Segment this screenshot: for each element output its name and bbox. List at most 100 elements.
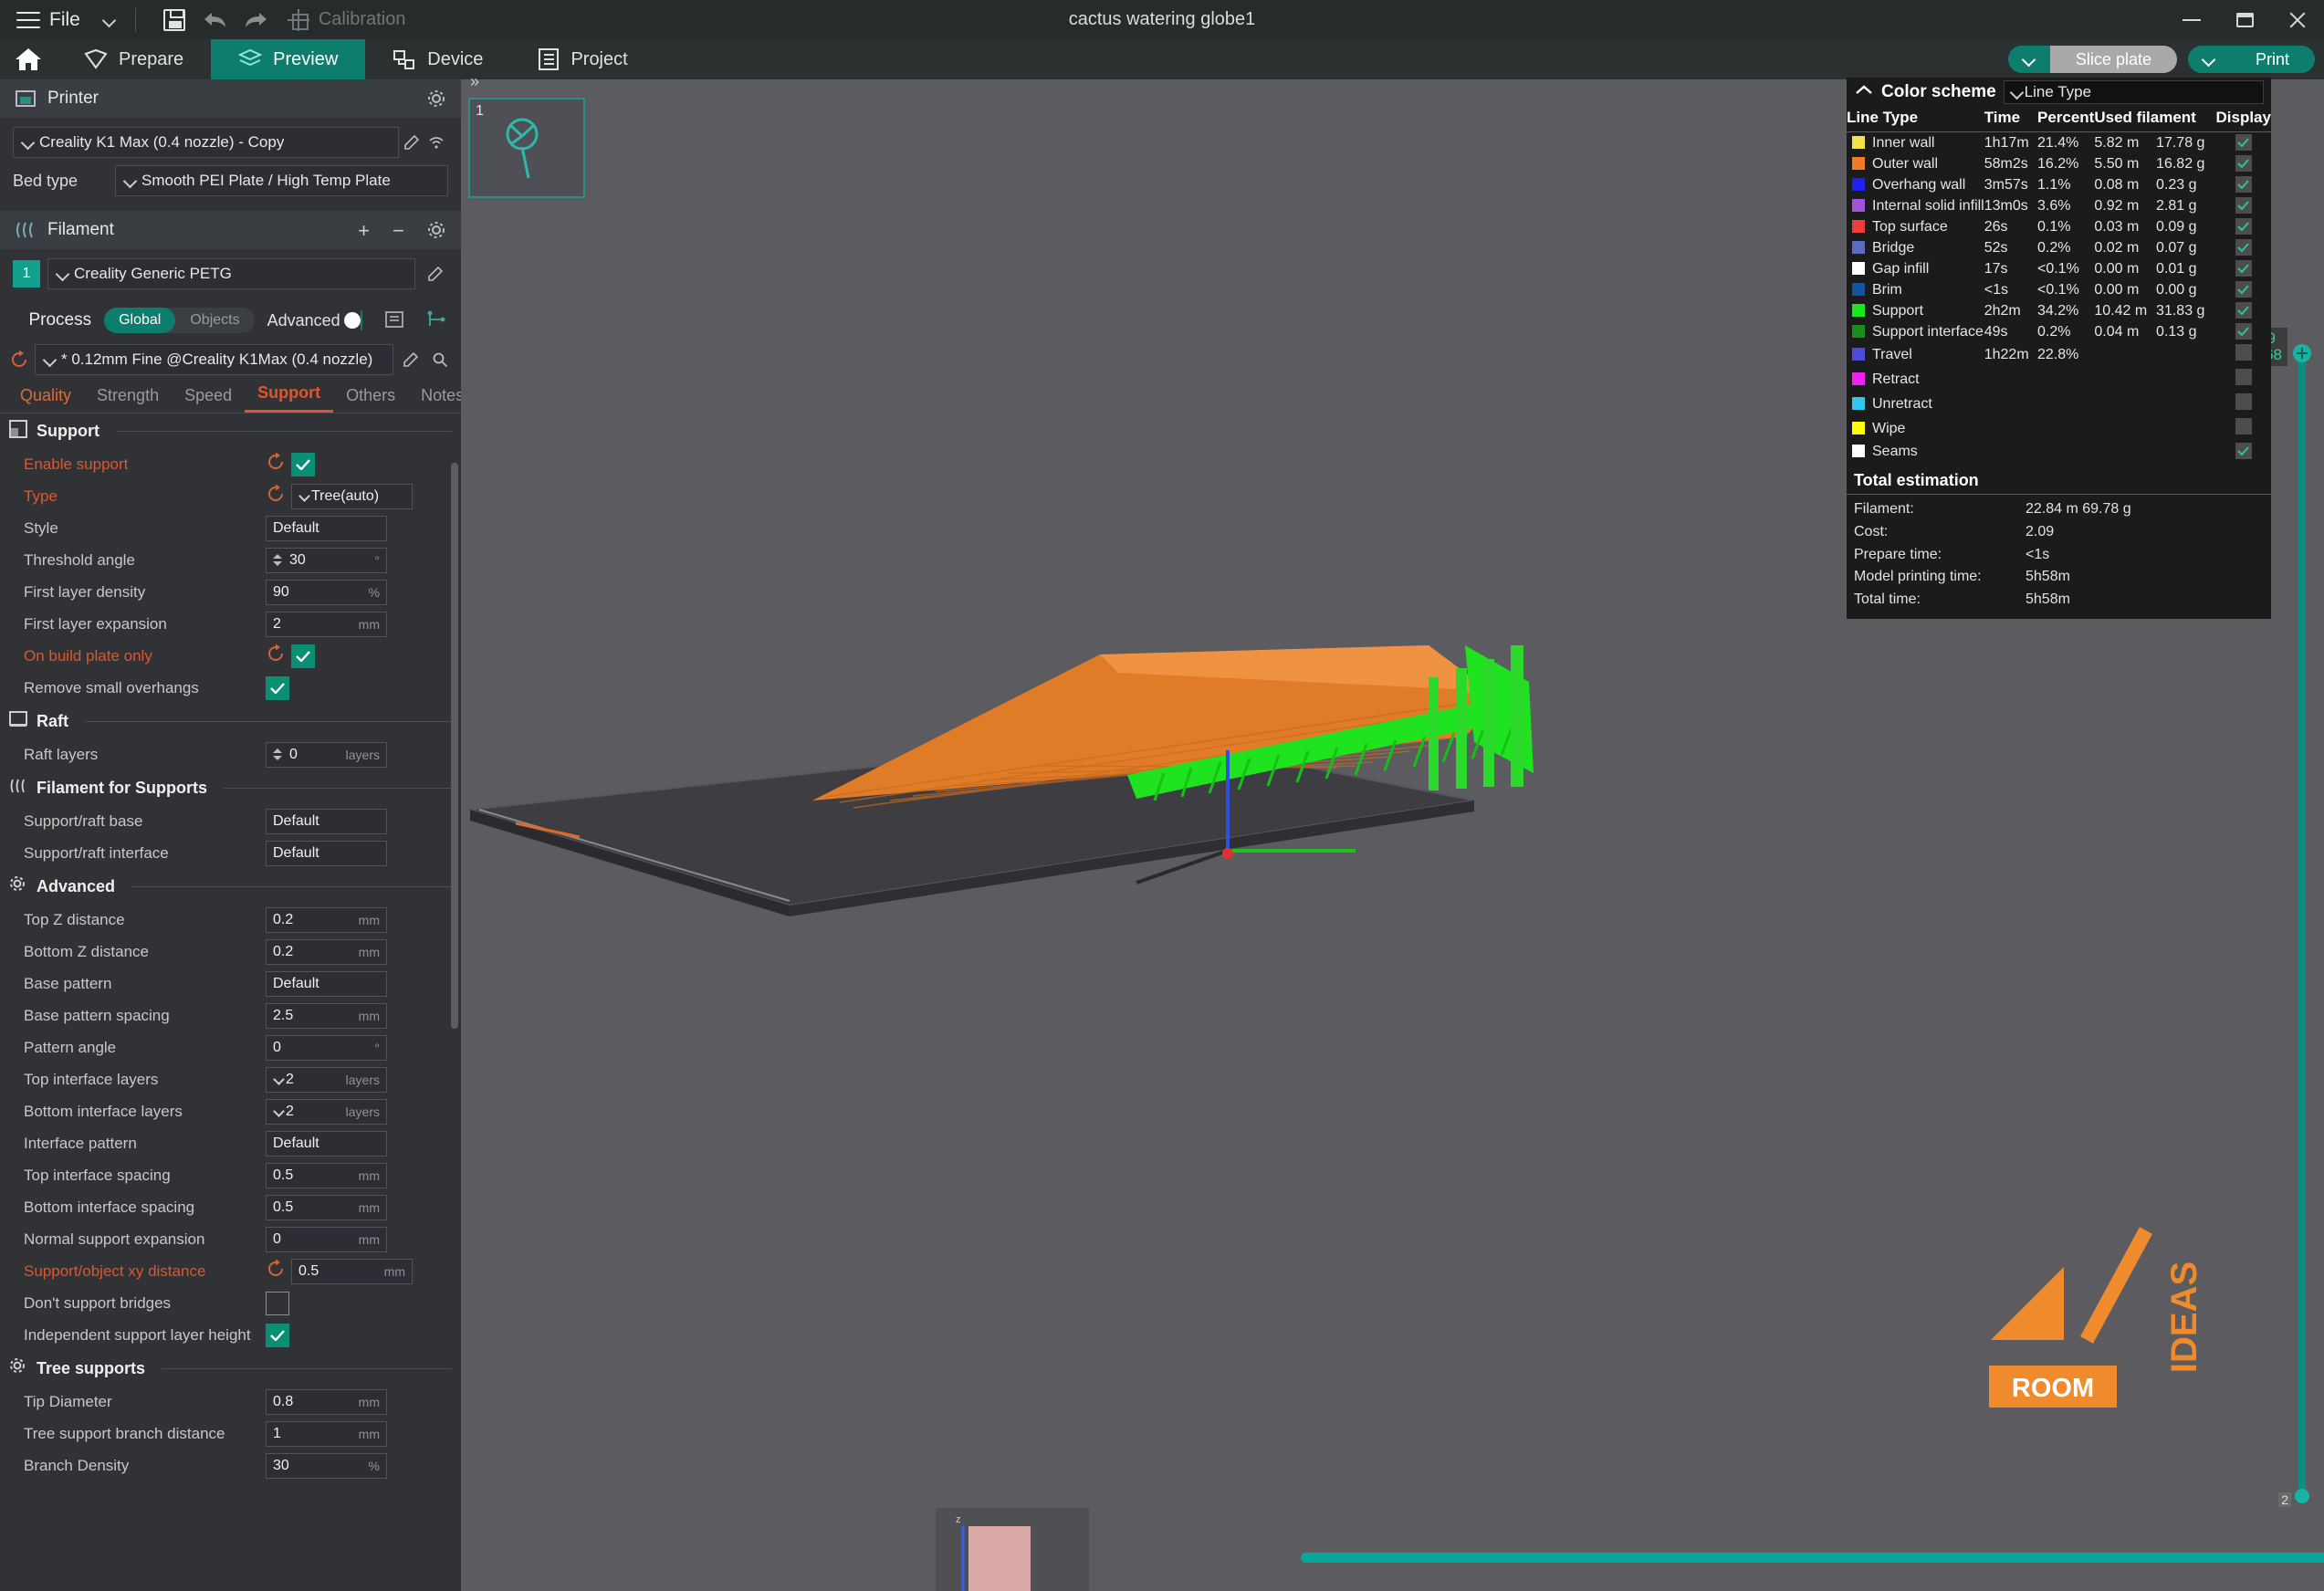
hamburger-icon[interactable] xyxy=(16,11,40,28)
display-checkbox[interactable] xyxy=(2235,443,2252,459)
slice-plate-button[interactable]: Slice plate xyxy=(2007,46,2177,73)
line-type-row[interactable]: Travel 1h22m 22.8% xyxy=(1847,342,2271,367)
move-slider-track[interactable] xyxy=(1301,1553,2324,1563)
display-checkbox[interactable] xyxy=(2235,218,2252,235)
spinner-arrows-icon[interactable] xyxy=(273,551,285,570)
display-checkbox[interactable] xyxy=(2235,369,2252,385)
line-type-display-toggle[interactable] xyxy=(2215,174,2271,195)
tab-device[interactable]: Device xyxy=(365,39,510,79)
line-type-row[interactable]: Top surface 26s 0.1% 0.03 m 0.09 g xyxy=(1847,216,2271,237)
line-type-row[interactable]: Retract xyxy=(1847,367,2271,392)
tab-notes[interactable]: Notes xyxy=(408,386,461,413)
line-type-display-toggle[interactable] xyxy=(2215,416,2271,441)
line-type-row[interactable]: Internal solid infill 13m0s 3.6% 0.92 m 2.81… xyxy=(1847,195,2271,216)
line-type-row[interactable]: Unretract xyxy=(1847,392,2271,416)
line-type-display-toggle[interactable] xyxy=(2215,237,2271,258)
undo-button[interactable] xyxy=(194,0,235,39)
setting-spinner[interactable]: 0 layers xyxy=(266,741,387,768)
process-preset-select[interactable]: * 0.12mm Fine @Creality K1Max (0.4 nozzl… xyxy=(35,344,393,375)
printer-connection-button[interactable] xyxy=(424,134,448,151)
line-type-display-toggle[interactable] xyxy=(2215,321,2271,342)
reset-setting-button[interactable] xyxy=(266,484,286,508)
line-type-display-toggle[interactable] xyxy=(2215,367,2271,392)
advanced-toggle[interactable] xyxy=(344,310,362,330)
printer-model-select[interactable]: Creality K1 Max (0.4 nozzle) - Copy xyxy=(13,127,399,158)
display-checkbox[interactable] xyxy=(2235,281,2252,298)
setting-checkbox[interactable] xyxy=(266,1323,289,1347)
bed-type-select[interactable]: Smooth PEI Plate / High Temp Plate xyxy=(115,165,448,196)
line-type-row[interactable]: Support 2h2m 34.2% 10.42 m 31.83 g xyxy=(1847,300,2271,321)
color-scheme-select[interactable]: Line Type xyxy=(2003,80,2264,104)
line-type-display-toggle[interactable] xyxy=(2215,279,2271,300)
line-type-display-toggle[interactable] xyxy=(2215,342,2271,367)
setting-input[interactable]: Default xyxy=(266,840,387,866)
reset-preset-button[interactable] xyxy=(9,350,29,370)
setting-input[interactable]: 1 mm xyxy=(266,1420,387,1447)
redo-button[interactable] xyxy=(235,0,275,39)
plate-mini-widget[interactable]: z xyxy=(936,1508,1089,1591)
setting-input[interactable]: 0.2 mm xyxy=(266,938,387,965)
collapse-chevron-icon[interactable] xyxy=(1854,83,1874,102)
tab-prepare[interactable]: Prepare xyxy=(57,39,211,79)
reset-setting-button[interactable] xyxy=(266,1259,286,1283)
setting-checkbox[interactable] xyxy=(266,1291,289,1315)
layer-slider-track[interactable] xyxy=(2298,344,2306,1503)
line-type-row[interactable]: Outer wall 58m2s 16.2% 5.50 m 16.82 g xyxy=(1847,153,2271,174)
setting-dropdown[interactable]: 2 layers xyxy=(266,1098,387,1125)
save-button[interactable] xyxy=(154,0,194,39)
tab-speed[interactable]: Speed xyxy=(172,386,245,413)
scope-objects-pill[interactable]: Objects xyxy=(175,308,254,333)
setting-input[interactable]: Default xyxy=(266,515,387,541)
setting-input[interactable]: 0.5 mm xyxy=(291,1258,413,1284)
display-checkbox[interactable] xyxy=(2235,176,2252,193)
setting-input[interactable]: Default xyxy=(266,970,387,997)
tab-preview[interactable]: Preview xyxy=(211,39,366,79)
search-settings-button[interactable] xyxy=(428,351,452,368)
display-checkbox[interactable] xyxy=(2235,155,2252,172)
setting-input[interactable]: 0.5 mm xyxy=(266,1162,387,1188)
compare-presets-button[interactable] xyxy=(384,310,404,330)
line-type-row[interactable]: Gap infill 17s <0.1% 0.00 m 0.01 g xyxy=(1847,258,2271,279)
filament-select[interactable]: Creality Generic PETG xyxy=(47,258,415,289)
print-dropdown[interactable] xyxy=(2187,46,2230,73)
setting-input[interactable]: Default xyxy=(266,808,387,834)
line-type-row[interactable]: Bridge 52s 0.2% 0.02 m 0.07 g xyxy=(1847,237,2271,258)
setting-spinner[interactable]: 30 ° xyxy=(266,547,387,573)
edit-printer-button[interactable] xyxy=(399,134,424,151)
setting-input[interactable]: 0 mm xyxy=(266,1226,387,1252)
printer-settings-gear-button[interactable] xyxy=(426,89,446,113)
filament-settings-gear-button[interactable] xyxy=(426,220,446,245)
calibration-button[interactable]: Calibration xyxy=(287,8,405,31)
close-button[interactable] xyxy=(2271,0,2324,39)
maximize-button[interactable] xyxy=(2218,0,2271,39)
preset-tree-button[interactable] xyxy=(426,310,446,330)
edit-process-button[interactable] xyxy=(399,351,423,368)
display-checkbox[interactable] xyxy=(2235,302,2252,319)
setting-input[interactable]: 2 mm xyxy=(266,611,387,637)
line-type-row[interactable]: Overhang wall 3m57s 1.1% 0.08 m 0.23 g xyxy=(1847,174,2271,195)
line-type-row[interactable]: Brim <1s <0.1% 0.00 m 0.00 g xyxy=(1847,279,2271,300)
line-type-display-toggle[interactable] xyxy=(2215,300,2271,321)
remove-filament-button[interactable]: − xyxy=(393,219,404,243)
edit-filament-button[interactable] xyxy=(423,266,448,282)
setting-input[interactable]: 30% xyxy=(266,1452,387,1479)
setting-checkbox[interactable] xyxy=(266,675,289,700)
line-type-row[interactable]: Inner wall 1h17m 21.4% 5.82 m 17.78 g xyxy=(1847,132,2271,154)
tab-others[interactable]: Others xyxy=(333,386,408,413)
line-type-row[interactable]: Wipe xyxy=(1847,416,2271,441)
layer-slider[interactable]: 589 70.68 2 xyxy=(2237,328,2311,1507)
display-checkbox[interactable] xyxy=(2235,239,2252,256)
setting-input[interactable]: Default xyxy=(266,1130,387,1157)
reset-setting-button[interactable] xyxy=(266,644,286,668)
tab-support[interactable]: Support xyxy=(245,383,334,413)
tab-project[interactable]: Project xyxy=(510,39,654,79)
setting-dropdown[interactable]: Tree(auto) xyxy=(291,483,413,509)
line-type-display-toggle[interactable] xyxy=(2215,195,2271,216)
line-type-display-toggle[interactable] xyxy=(2215,441,2271,462)
scope-global-pill[interactable]: Global xyxy=(104,308,176,333)
minimize-button[interactable] xyxy=(2165,0,2218,39)
display-checkbox[interactable] xyxy=(2235,260,2252,277)
filament-slot-index[interactable]: 1 xyxy=(13,260,40,288)
line-type-display-toggle[interactable] xyxy=(2215,153,2271,174)
setting-input[interactable]: 0.5 mm xyxy=(266,1194,387,1220)
